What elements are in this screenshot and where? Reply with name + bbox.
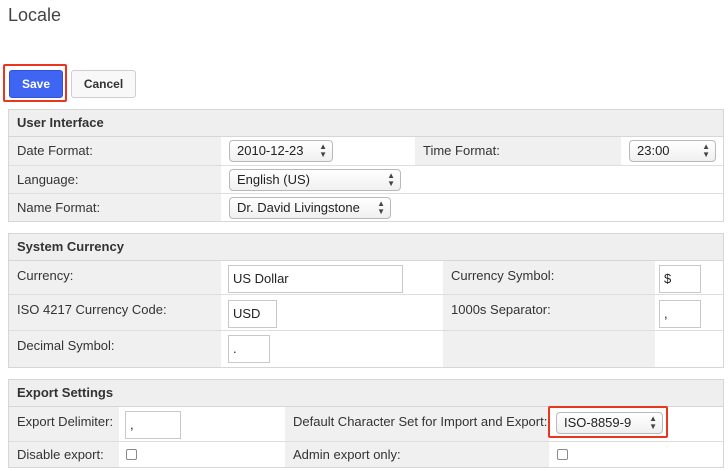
disable-export-cell xyxy=(119,442,285,467)
currency-label-cell: Currency: xyxy=(9,261,221,295)
user-interface-panel: User Interface Date Format: 2010-12-23 ▲… xyxy=(8,109,724,222)
export-settings-header: Export Settings xyxy=(9,380,723,407)
select-arrows-icon: ▲ ▼ xyxy=(387,171,395,188)
select-arrows-icon: ▲ ▼ xyxy=(702,142,710,159)
time-format-select[interactable]: 23:00 ▲ ▼ xyxy=(629,140,716,162)
currency-symbol-label: Currency Symbol: xyxy=(451,268,555,283)
date-format-cell: 2010-12-23 ▲ ▼ xyxy=(221,137,415,166)
delimiter-label-cell: Export Delimiter: xyxy=(9,407,119,442)
admin-export-cell xyxy=(549,442,723,467)
name-format-value: Dr. David Livingstone xyxy=(237,200,360,215)
charset-select-highlight xyxy=(548,406,668,438)
currency-input[interactable]: US Dollar xyxy=(228,265,403,293)
currency-symbol-label-cell: Currency Symbol: xyxy=(443,261,655,295)
currency-symbol-input[interactable]: $ xyxy=(659,265,701,293)
separator-input[interactable]: , xyxy=(659,300,701,328)
time-format-value: 23:00 xyxy=(637,143,670,158)
delimiter-cell: , xyxy=(119,407,285,442)
system-currency-header: System Currency xyxy=(9,234,723,261)
user-interface-header: User Interface xyxy=(9,110,723,137)
admin-export-label-cell: Admin export only: xyxy=(285,442,549,467)
cancel-button[interactable]: Cancel xyxy=(71,70,136,98)
separator-label-cell: 1000s Separator: xyxy=(443,295,655,331)
time-format-label-cell: Time Format: xyxy=(415,137,621,166)
date-format-label-cell: Date Format: xyxy=(9,137,221,166)
time-format-label: Time Format: xyxy=(423,143,500,158)
language-label-cell: Language: xyxy=(9,166,221,194)
decimal-label-cell: Decimal Symbol: xyxy=(9,331,221,367)
currency-cell: US Dollar xyxy=(221,261,443,295)
iso-code-input[interactable]: USD xyxy=(228,300,277,328)
currency-label: Currency: xyxy=(17,268,74,283)
language-value: English (US) xyxy=(237,172,310,187)
page-title: Locale xyxy=(8,5,62,25)
empty-value-cell xyxy=(655,331,723,367)
iso-code-cell: USD xyxy=(221,295,443,331)
language-cell: English (US) ▲ ▼ xyxy=(221,166,723,194)
admin-export-label: Admin export only: xyxy=(293,447,401,462)
time-format-cell: 23:00 ▲ ▼ xyxy=(621,137,723,166)
delimiter-input[interactable]: , xyxy=(125,411,181,439)
disable-export-label-cell: Disable export: xyxy=(9,442,119,467)
disable-export-label: Disable export: xyxy=(17,447,104,462)
date-format-select[interactable]: 2010-12-23 ▲ ▼ xyxy=(229,140,333,162)
admin-export-checkbox[interactable] xyxy=(557,449,568,460)
save-button[interactable]: Save xyxy=(9,70,63,98)
separator-cell: , xyxy=(655,295,723,331)
delimiter-label: Export Delimiter: xyxy=(17,414,114,429)
separator-label: 1000s Separator: xyxy=(451,302,551,317)
disable-export-checkbox[interactable] xyxy=(126,449,137,460)
name-format-cell: Dr. David Livingstone ▲ ▼ xyxy=(221,194,723,221)
select-arrows-icon: ▲ ▼ xyxy=(377,199,385,216)
language-select[interactable]: English (US) ▲ ▼ xyxy=(229,169,401,191)
decimal-input[interactable]: . xyxy=(228,335,270,363)
date-format-value: 2010-12-23 xyxy=(237,143,304,158)
iso-code-label-cell: ISO 4217 Currency Code: xyxy=(9,295,221,331)
date-format-label: Date Format: xyxy=(17,143,93,158)
name-format-label-cell: Name Format: xyxy=(9,194,221,221)
charset-label-cell: Default Character Set for Import and Exp… xyxy=(285,407,549,442)
iso-code-label: ISO 4217 Currency Code: xyxy=(17,302,167,317)
empty-label-cell xyxy=(443,331,655,367)
language-label: Language: xyxy=(17,172,79,187)
charset-label: Default Character Set for Import and Exp… xyxy=(293,414,548,429)
name-format-label: Name Format: xyxy=(17,200,101,215)
select-arrows-icon: ▲ ▼ xyxy=(319,142,327,159)
decimal-cell: . xyxy=(221,331,443,367)
name-format-select[interactable]: Dr. David Livingstone ▲ ▼ xyxy=(229,197,391,219)
decimal-label: Decimal Symbol: xyxy=(17,338,115,353)
system-currency-panel: System Currency Currency: US Dollar Curr… xyxy=(8,233,724,368)
currency-symbol-cell: $ xyxy=(655,261,723,295)
